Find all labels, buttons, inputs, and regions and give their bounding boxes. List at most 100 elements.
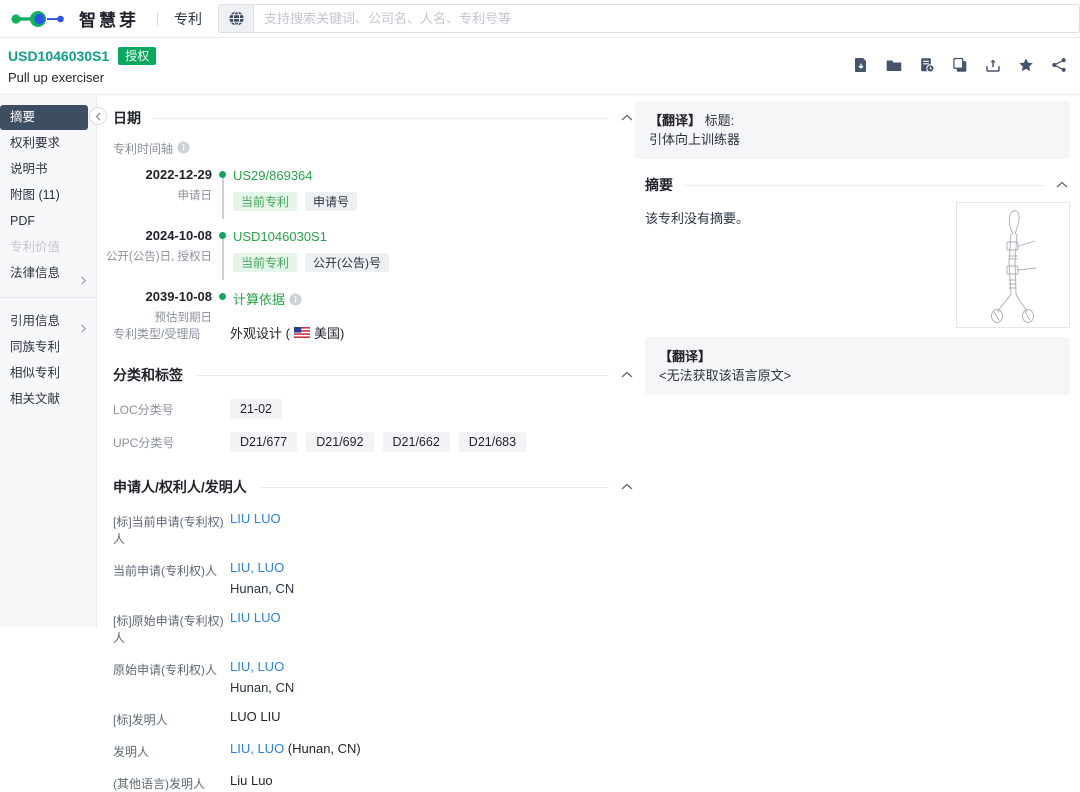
brand-logo[interactable]: 智慧芽 xyxy=(10,6,139,31)
section-title-dates: 日期 xyxy=(113,110,141,126)
translated-abstract-box: 【翻译】 <无法获取该语言原文> xyxy=(645,337,1070,395)
us-flag-icon xyxy=(293,327,310,338)
sidebar-item-pdf[interactable]: PDF xyxy=(0,209,96,234)
assignee-link[interactable]: LIU, LUO xyxy=(230,560,284,575)
upc-code-chip: D21/683 xyxy=(458,432,527,452)
valuation-report-icon[interactable] xyxy=(919,57,935,73)
timeline-label: 专利时间轴 xyxy=(113,142,174,156)
export-icon[interactable] xyxy=(985,57,1001,73)
event-label: 公开(公告)日, 授权日 xyxy=(105,251,212,263)
sidebar-item-description[interactable]: 说明书 xyxy=(0,157,96,182)
collapse-chevron-up-icon[interactable] xyxy=(619,369,635,381)
inventor-location: (Hunan, CN) xyxy=(284,741,361,756)
collapse-chevron-up-icon[interactable] xyxy=(619,481,635,493)
sidebar-item-abstract[interactable]: 摘要 xyxy=(0,105,88,130)
sidebar-item-citation-info[interactable]: 引用信息 xyxy=(0,309,96,334)
event-label: 申请日 xyxy=(177,190,213,202)
timeline-dot xyxy=(219,293,226,300)
sidebar-nav: 摘要 权利要求 说明书 附图 (11) PDF 专利价值 法律信息 引用信息 同… xyxy=(0,96,97,627)
patent-title-bar: USD1046030S1 授权 Pull up exerciser xyxy=(0,38,1080,95)
translated-title-value: 引体向上训练器 xyxy=(649,132,741,147)
sidebar-item-drawings[interactable]: 附图 (11) xyxy=(0,183,96,208)
people-row: 当前申请(专利权)人 LIU, LUO Hunan, CN xyxy=(113,560,295,596)
patsnap-logo-icon xyxy=(10,8,72,30)
save-to-folder-icon[interactable] xyxy=(886,57,902,73)
inventor-name: LUO LIU xyxy=(230,709,281,724)
inventor-name-other-language: Liu Luo xyxy=(230,773,273,788)
inventor-link[interactable]: LIU, LUO xyxy=(230,741,284,756)
sidebar-collapse-button[interactable] xyxy=(89,107,107,125)
tag-current-patent: 当前专利 xyxy=(233,192,298,211)
top-header: 智慧芽 专利 xyxy=(0,0,1080,38)
people-row: 原始申请(专利权)人 LIU, LUO Hunan, CN xyxy=(113,659,295,695)
info-icon[interactable] xyxy=(289,293,302,306)
event-date: 2039-10-08 xyxy=(145,289,213,304)
timeline-dot xyxy=(219,232,226,239)
assignee-link[interactable]: LIU, LUO xyxy=(230,659,284,674)
sidebar-item-legal-info[interactable]: 法律信息 xyxy=(0,261,96,286)
status-badge: 授权 xyxy=(118,47,157,65)
sidebar-item-claims[interactable]: 权利要求 xyxy=(0,131,96,156)
share-icon[interactable] xyxy=(1051,57,1067,73)
assignee-location: Hunan, CN xyxy=(230,581,295,596)
tag-publication-number: 公开(公告)号 xyxy=(305,253,390,272)
sidebar-item-patent-family[interactable]: 同族专利 xyxy=(0,335,96,360)
people-row: [标]当前申请(专利权)人 LIU LUO xyxy=(113,511,281,546)
nav-divider xyxy=(157,11,158,26)
sidebar-item-patent-value: 专利价值 xyxy=(10,240,61,254)
section-title-people: 申请人/权利人/发明人 xyxy=(113,479,247,495)
brand-name: 智慧芽 xyxy=(79,11,139,30)
pdf-download-icon[interactable] xyxy=(853,57,869,73)
translation-prefix: 【翻译】 xyxy=(659,349,712,364)
people-row: 发明人 LIU, LUO (Hunan, CN) xyxy=(113,741,361,759)
translated-title-box: 【翻译】 标题: 引体向上训练器 xyxy=(635,101,1070,159)
timeline-axis xyxy=(222,175,224,219)
publication-number-link[interactable]: USD1046030S1 xyxy=(233,229,327,244)
event-date: 2024-10-08 xyxy=(145,228,213,243)
translation-prefix: 【翻译】 xyxy=(649,113,702,128)
application-number-link[interactable]: US29/869364 xyxy=(233,168,313,183)
patent-number: USD1046030S1 xyxy=(8,48,110,64)
timeline-event-application: 2022-12-29 申请日 US29/869364 当前专利 申请号 xyxy=(113,167,635,228)
upc-classification-row: UPC分类号 D21/677 D21/692 D21/662 D21/683 xyxy=(113,432,635,452)
people-section: 申请人/权利人/发明人 [标]当前申请(专利权)人 LIU LUO 当前申请(专… xyxy=(113,476,635,792)
section-divider-line xyxy=(153,117,609,119)
sidebar-item-similar-patents[interactable]: 相似专利 xyxy=(0,361,96,386)
section-title-abstract: 摘要 xyxy=(645,177,673,193)
upc-label: UPC分类号 xyxy=(113,436,175,450)
sidebar-divider xyxy=(0,297,96,298)
patent-timeline: 2022-12-29 申请日 US29/869364 当前专利 申请号 2024… xyxy=(106,167,635,324)
loc-classification-row: LOC分类号 21-02 xyxy=(113,399,635,419)
assignee-location: Hunan, CN xyxy=(230,680,295,695)
loc-code-chip: 21-02 xyxy=(230,399,282,419)
people-row: (其他语言)发明人 Liu Luo xyxy=(113,773,273,791)
collapse-chevron-up-icon[interactable] xyxy=(619,112,635,124)
assignee-link[interactable]: LIU LUO xyxy=(230,511,281,526)
assignee-link[interactable]: LIU LUO xyxy=(230,610,281,625)
patent-type-row: 专利类型/受理局 外观设计 ( 美国) xyxy=(113,323,635,342)
translation-title-label: 标题: xyxy=(704,113,735,128)
event-label: 预估到期日 xyxy=(154,312,213,324)
tag-application-number: 申请号 xyxy=(305,192,358,211)
main-panel: 日期 专利时间轴 2022-12-29 申请日 US29/869364 当前专利… xyxy=(97,96,635,791)
sidebar-item-related-literature[interactable]: 相关文献 xyxy=(0,387,96,412)
collapse-chevron-up-icon[interactable] xyxy=(1054,179,1070,191)
favorite-star-icon[interactable] xyxy=(1018,57,1034,73)
search-scope-button[interactable] xyxy=(219,5,254,32)
copy-icon[interactable] xyxy=(952,57,968,73)
section-divider-line xyxy=(685,184,1044,186)
global-search-bar xyxy=(218,4,1080,33)
nav-patent-tab[interactable]: 专利 xyxy=(174,9,202,29)
people-row: [标]原始申请(专利权)人 LIU LUO xyxy=(113,610,281,645)
calculation-basis-link[interactable]: 计算依据 xyxy=(233,289,285,308)
patent-type-label: 专利类型/受理局 xyxy=(113,327,201,341)
search-input[interactable] xyxy=(254,5,1079,32)
patent-office-value: 美国) xyxy=(313,326,345,341)
upc-code-chip: D21/662 xyxy=(382,432,450,452)
timeline-dot xyxy=(219,171,226,178)
info-icon[interactable] xyxy=(177,141,190,154)
section-divider-line xyxy=(195,374,609,376)
patent-drawing-thumbnail[interactable] xyxy=(956,202,1070,328)
section-divider-line xyxy=(258,486,609,488)
upc-code-chip: D21/692 xyxy=(306,432,374,452)
